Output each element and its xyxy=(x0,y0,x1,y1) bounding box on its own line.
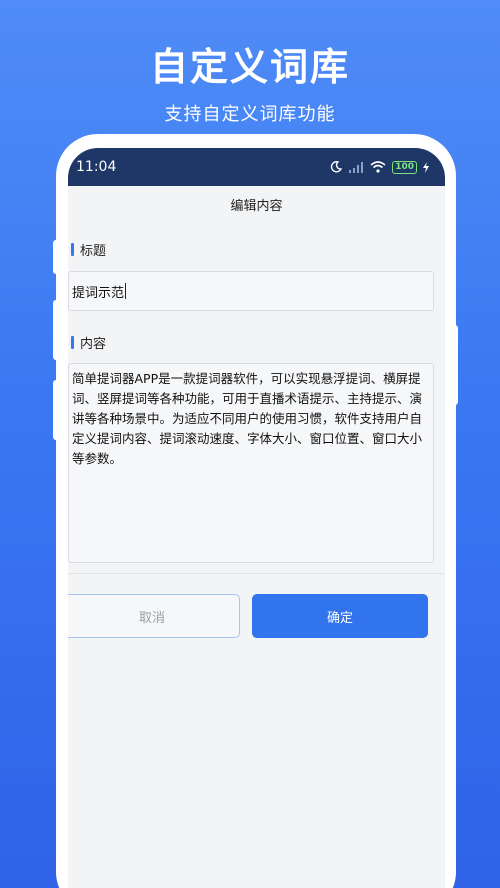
page-title: 编辑内容 xyxy=(230,198,283,214)
content-section-label: 内容 xyxy=(68,333,445,352)
battery-icon: 100 xyxy=(392,160,417,174)
confirm-button[interactable]: 确定 xyxy=(252,594,428,638)
status-icons: 100 xyxy=(330,160,429,174)
phone-side-button xyxy=(53,240,61,274)
hero-title: 自定义词库 xyxy=(149,45,350,89)
wifi-icon xyxy=(370,161,386,173)
signal-icon xyxy=(349,161,364,173)
charging-icon xyxy=(423,161,429,173)
section-marker xyxy=(71,336,74,349)
button-row: 取消 确定 xyxy=(68,574,445,638)
content-textarea[interactable]: 简单提词器APP是一款提词器软件，可以实现悬浮提词、横屏提词、竖屏提词等各种功能… xyxy=(68,363,434,563)
status-time: 11:04 xyxy=(76,159,117,175)
phone-screen: 11:04 100 编辑内容 标题 提词示范 内容 简单提词器APP是一款提词器… xyxy=(68,148,445,888)
cancel-button[interactable]: 取消 xyxy=(68,594,240,638)
content-label: 内容 xyxy=(80,337,107,352)
text-cursor xyxy=(125,283,127,299)
title-label: 标题 xyxy=(80,244,107,259)
nav-bar: 编辑内容 xyxy=(68,186,445,222)
phone-side-button xyxy=(53,380,61,440)
title-section-label: 标题 xyxy=(68,240,445,259)
title-input[interactable]: 提词示范 xyxy=(68,271,434,311)
status-bar: 11:04 100 xyxy=(68,148,445,186)
title-input-value: 提词示范 xyxy=(72,285,125,301)
hero-subtitle: 支持自定义词库功能 xyxy=(164,104,336,125)
phone-side-button xyxy=(53,300,61,360)
section-marker xyxy=(71,243,74,256)
moon-icon xyxy=(331,161,343,173)
phone-side-button xyxy=(450,325,458,405)
